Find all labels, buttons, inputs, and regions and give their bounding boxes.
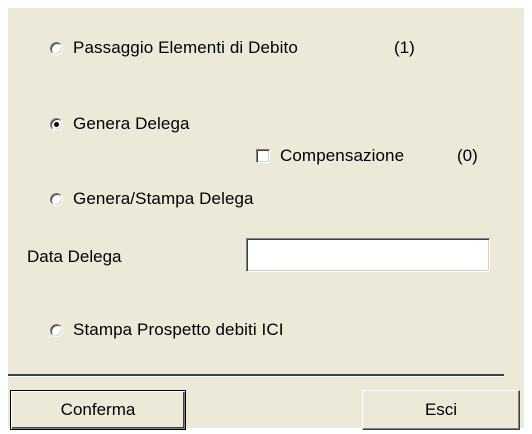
- passaggio-count: (1): [394, 38, 415, 57]
- separator: [8, 374, 504, 377]
- dialog-panel: [8, 8, 524, 428]
- radio-genera-label[interactable]: Genera Delega: [73, 114, 190, 134]
- data-delega-label: Data Delega: [27, 247, 122, 266]
- radio-passaggio-elementi[interactable]: Passaggio Elementi di Debito: [50, 38, 298, 58]
- data-delega-input[interactable]: [246, 238, 490, 272]
- checkbox-compensazione-label[interactable]: Compensazione: [280, 146, 404, 166]
- radio-passaggio-indicator[interactable]: [50, 41, 63, 55]
- compensazione-count: (0): [457, 146, 478, 165]
- radio-stampa-prospetto-indicator[interactable]: [50, 323, 63, 337]
- conferma-button[interactable]: Conferma: [10, 390, 186, 430]
- radio-genera-delega[interactable]: Genera Delega: [50, 114, 190, 134]
- radio-genera-stampa-indicator[interactable]: [50, 192, 63, 206]
- checkbox-compensazione[interactable]: Compensazione: [256, 146, 404, 166]
- checkbox-compensazione-box[interactable]: [256, 149, 270, 163]
- radio-passaggio-label[interactable]: Passaggio Elementi di Debito: [73, 38, 298, 58]
- radio-genera-indicator[interactable]: [50, 117, 63, 131]
- esci-button[interactable]: Esci: [362, 390, 520, 430]
- radio-genera-stampa-delega[interactable]: Genera/Stampa Delega: [50, 189, 254, 209]
- radio-stampa-prospetto-label[interactable]: Stampa Prospetto debiti ICI: [73, 320, 284, 340]
- radio-genera-stampa-label[interactable]: Genera/Stampa Delega: [73, 189, 254, 209]
- radio-stampa-prospetto[interactable]: Stampa Prospetto debiti ICI: [50, 320, 284, 340]
